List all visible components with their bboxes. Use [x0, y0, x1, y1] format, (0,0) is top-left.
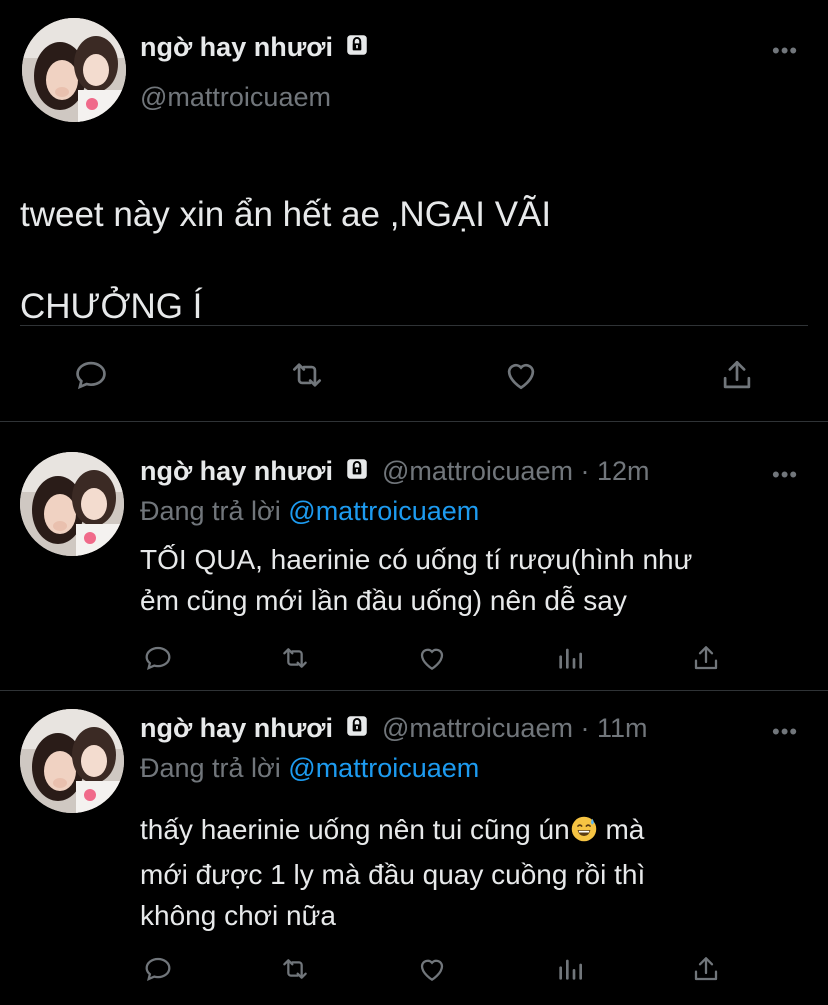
- handle[interactable]: @mattroicuaem: [140, 82, 331, 113]
- reply-tweet[interactable]: ngờ hay nhươi @mattroicuaem · 11m ••• Đa…: [0, 691, 828, 1005]
- retweet-icon[interactable]: [287, 356, 327, 394]
- tweet-text-line: không chơi nữa: [140, 900, 336, 931]
- grinning-face-with-sweat-icon: [570, 813, 598, 854]
- tweet-text-line: mới được 1 ly mà đầu quay cuồng rồi thì: [140, 859, 646, 890]
- tweet-text-line: thấy haerinie uống nên tui cũng ún mà: [140, 809, 645, 854]
- share-icon[interactable]: [718, 356, 756, 394]
- tweet-text-line: ẻm cũng mới lần đầu uống) nên dễ say: [140, 585, 627, 616]
- share-icon[interactable]: [690, 953, 722, 985]
- tweet-text-line: CHƯỞNG Í: [20, 287, 203, 326]
- lock-icon: [344, 713, 370, 746]
- reply-icon[interactable]: [72, 356, 110, 394]
- replying-to-mention[interactable]: @mattroicuaem: [288, 753, 479, 783]
- reply-header: ngờ hay nhươi @mattroicuaem · 11m: [140, 713, 647, 746]
- replying-to: Đang trả lời @mattroicuaem: [140, 496, 479, 527]
- display-name[interactable]: ngờ hay nhươi: [140, 32, 370, 65]
- reply-header: ngờ hay nhươi @mattroicuaem · 12m: [140, 456, 649, 489]
- main-tweet: ngờ hay nhươi @mattroicuaem ••• tweet nà…: [0, 0, 828, 420]
- replying-to-mention[interactable]: @mattroicuaem: [288, 496, 479, 526]
- like-icon[interactable]: [416, 642, 448, 674]
- more-options-icon[interactable]: •••: [772, 40, 798, 62]
- retweet-icon[interactable]: [278, 953, 312, 985]
- avatar[interactable]: [20, 452, 124, 556]
- avatar[interactable]: [20, 709, 124, 813]
- handle-and-time[interactable]: @mattroicuaem · 12m: [382, 456, 649, 486]
- retweet-icon[interactable]: [278, 642, 312, 674]
- tweet-text: thấy haerinie uống nên tui cũng ún mà mớ…: [140, 809, 645, 936]
- display-name[interactable]: ngờ hay nhươi: [140, 456, 333, 486]
- more-options-icon[interactable]: •••: [772, 464, 798, 486]
- reply-icon[interactable]: [142, 953, 174, 985]
- tweet-text-segment: mà: [597, 814, 645, 845]
- analytics-icon[interactable]: [554, 642, 586, 674]
- display-name-text[interactable]: ngờ hay nhươi: [140, 32, 333, 62]
- lock-icon: [344, 456, 370, 489]
- tweet-text: TỐI QUA, haerinie có uống tí rượu(hình n…: [140, 539, 692, 621]
- more-options-icon[interactable]: •••: [772, 721, 798, 743]
- like-icon[interactable]: [502, 356, 540, 394]
- display-name[interactable]: ngờ hay nhươi: [140, 713, 333, 743]
- divider: [20, 325, 808, 326]
- replying-to-label: Đang trả lời: [140, 496, 281, 526]
- tweet-text-line: tweet này xin ẩn hết ae ,NGẠI VÃI: [20, 195, 552, 234]
- lock-icon: [344, 32, 370, 65]
- avatar[interactable]: [22, 18, 126, 122]
- reply-tweet[interactable]: ngờ hay nhươi @mattroicuaem · 12m ••• Đa…: [0, 422, 828, 690]
- reply-icon[interactable]: [142, 642, 174, 674]
- share-icon[interactable]: [690, 642, 722, 674]
- tweet-text-segment: thấy haerinie uống nên tui cũng ún: [140, 814, 570, 845]
- analytics-icon[interactable]: [554, 953, 586, 985]
- tweet-text: tweet này xin ẩn hết ae ,NGẠI VÃI CHƯỞNG…: [20, 146, 551, 376]
- replying-to: Đang trả lời @mattroicuaem: [140, 753, 479, 784]
- tweet-text-line: TỐI QUA, haerinie có uống tí rượu(hình n…: [140, 544, 693, 575]
- handle-and-time[interactable]: @mattroicuaem · 11m: [382, 713, 647, 743]
- like-icon[interactable]: [416, 953, 448, 985]
- replying-to-label: Đang trả lời: [140, 753, 281, 783]
